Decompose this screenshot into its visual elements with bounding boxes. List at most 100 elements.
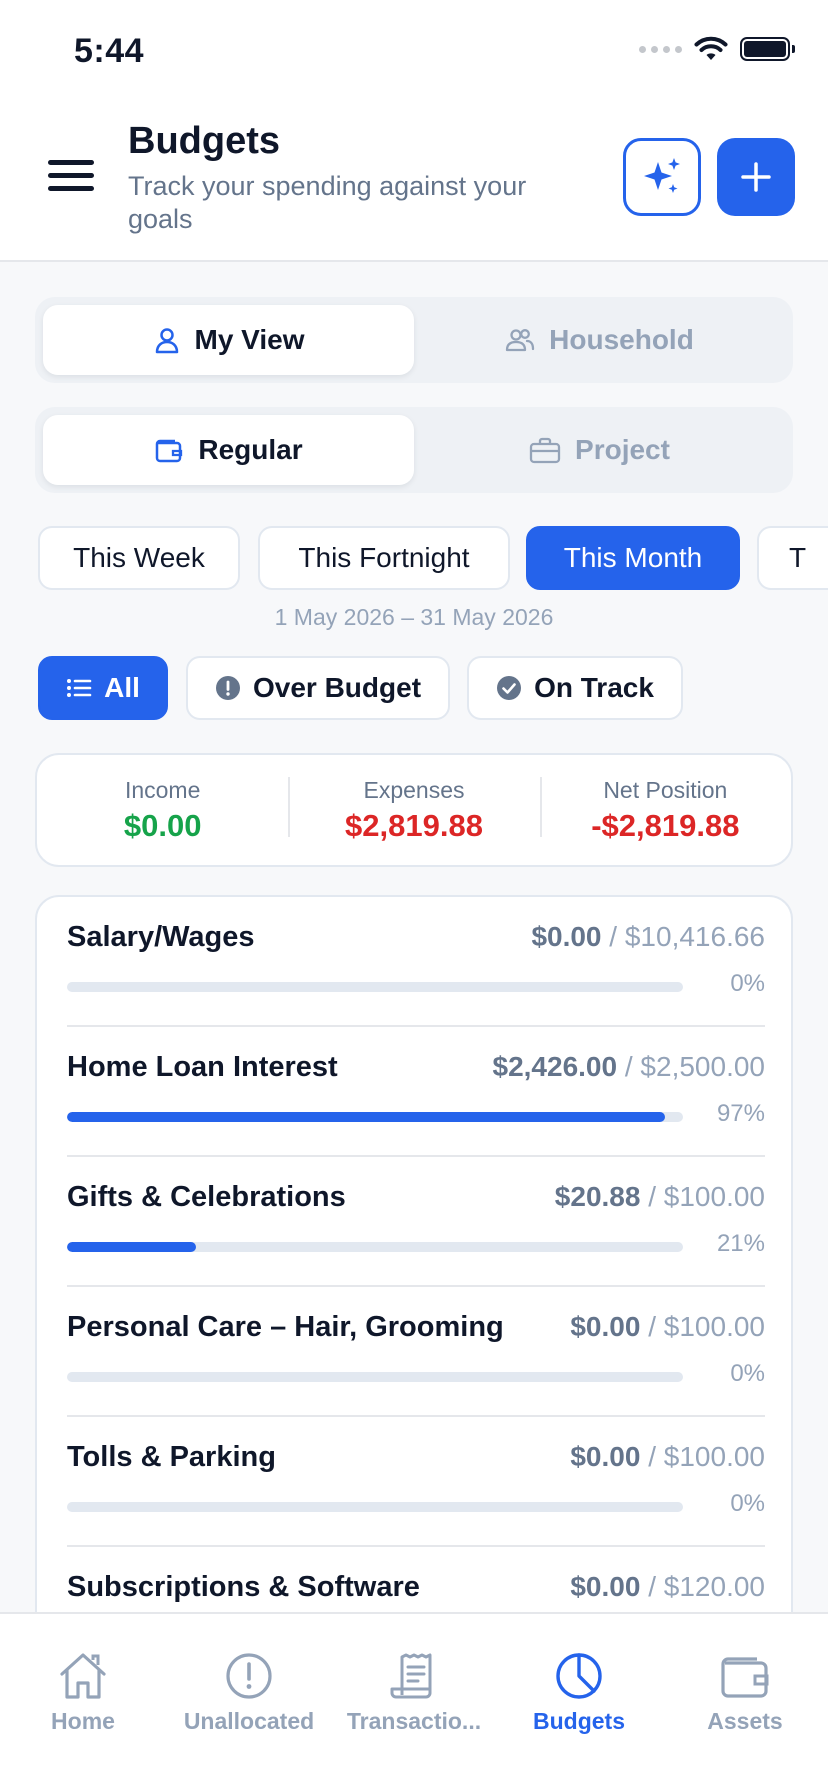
budget-row[interactable]: Home Loan Interest $2,426.00 / $2,500.00… — [67, 1027, 765, 1157]
net-position-value: -$2,819.88 — [591, 807, 740, 843]
budget-type-regular-label: Regular — [198, 434, 303, 465]
period-this-fortnight[interactable]: This Fortnight — [258, 526, 510, 590]
menu-icon[interactable] — [48, 160, 94, 194]
budget-progress-bar — [67, 1112, 683, 1122]
budget-amount: $2,426.00 / $2,500.00 — [493, 1051, 766, 1083]
budget-limit: $100.00 — [663, 1181, 765, 1212]
tab-assets[interactable]: Assets — [662, 1648, 828, 1735]
budget-type-toggle: Regular Project — [35, 407, 793, 493]
budget-row[interactable]: Gifts & Celebrations $20.88 / $100.00 21… — [67, 1157, 765, 1287]
budget-spent: $0.00 — [570, 1311, 641, 1342]
budget-amount-separator: / — [624, 1051, 633, 1082]
budget-type-regular[interactable]: Regular — [43, 415, 414, 485]
view-toggle-household[interactable]: Household — [414, 305, 785, 375]
status-icons — [639, 36, 795, 62]
date-range: 1 May 2026 – 31 May 2026 — [274, 604, 554, 630]
filter-over-budget[interactable]: Over Budget — [186, 656, 450, 720]
bottom-tab-bar: Home Unallocated Transactio... Budgets A… — [0, 1612, 828, 1792]
tab-home[interactable]: Home — [0, 1648, 166, 1735]
expenses-value: $2,819.88 — [345, 807, 483, 843]
budget-type-project[interactable]: Project — [414, 415, 785, 485]
budget-limit: $100.00 — [663, 1311, 765, 1342]
page-subtitle: Track your spending against your goals — [128, 171, 527, 234]
budget-progress-fill — [67, 1242, 197, 1252]
summary-net-position: Net Position -$2,819.88 — [539, 776, 791, 844]
tab-home-label: Home — [51, 1708, 115, 1734]
budget-row[interactable]: Salary/Wages $0.00 / $10,416.66 0% — [67, 897, 765, 1027]
tab-unallocated[interactable]: Unallocated — [166, 1648, 332, 1735]
net-position-label: Net Position — [603, 776, 728, 803]
users-icon — [506, 329, 535, 352]
budgets-screen: 5:44 Budgets Track your spending against… — [0, 0, 828, 1792]
battery-icon — [740, 37, 795, 61]
income-value: $0.00 — [123, 807, 202, 843]
view-toggle-household-label: Household — [549, 324, 694, 355]
budget-row[interactable]: Personal Care – Hair, Grooming $0.00 / $… — [67, 1287, 765, 1417]
budget-amount: $20.88 / $100.00 — [555, 1181, 765, 1213]
home-icon — [60, 1653, 106, 1699]
status-time: 5:44 — [74, 32, 145, 70]
pie-chart-icon — [556, 1653, 602, 1699]
budget-amount-separator: / — [648, 1571, 656, 1602]
user-icon — [155, 328, 178, 354]
summary-expenses: Expenses $2,819.88 — [288, 776, 539, 844]
budget-progress-fill — [67, 1112, 665, 1122]
period-selector: This Week This Fortnight This Month T — [38, 526, 828, 590]
budget-percent: 0% — [730, 970, 765, 997]
budget-name: Tolls & Parking — [67, 1441, 276, 1473]
budget-list: Salary/Wages $0.00 / $10,416.66 0% Home … — [35, 895, 793, 1715]
wifi-icon — [694, 36, 728, 60]
period-next-option[interactable]: T — [757, 526, 828, 590]
wallet-icon — [156, 439, 183, 463]
tab-budgets[interactable]: Budgets — [496, 1648, 662, 1735]
budget-spent: $0.00 — [570, 1571, 641, 1602]
expenses-label: Expenses — [363, 776, 465, 803]
alert-circle-icon — [226, 1653, 272, 1699]
cellular-signal-icon — [639, 45, 682, 53]
budget-amount-separator: / — [648, 1311, 656, 1342]
budget-name: Salary/Wages — [67, 921, 255, 953]
budget-amount: $0.00 / $120.00 — [570, 1571, 765, 1603]
budget-name: Subscriptions & Software — [67, 1571, 420, 1603]
filter-on-track-label: On Track — [534, 672, 654, 703]
budget-spent: $20.88 — [554, 1181, 641, 1212]
budget-percent: 0% — [730, 1490, 765, 1517]
budget-amount-separator: / — [648, 1441, 656, 1472]
ai-assistant-button[interactable] — [623, 138, 701, 216]
tab-unallocated-label: Unallocated — [183, 1708, 315, 1734]
tab-transactions-label: Transactio... — [346, 1708, 482, 1734]
budget-row[interactable]: Tolls & Parking $0.00 / $100.00 0% — [67, 1417, 765, 1547]
plus-icon — [741, 162, 771, 192]
filter-all[interactable]: All — [38, 656, 168, 720]
filter-on-track[interactable]: On Track — [467, 656, 683, 720]
tab-assets-label: Assets — [707, 1708, 783, 1734]
budget-progress-bar — [67, 1242, 683, 1252]
budget-type-project-label: Project — [575, 434, 670, 465]
filter-over-budget-label: Over Budget — [252, 672, 422, 703]
period-this-month[interactable]: This Month — [526, 526, 740, 590]
budget-amount: $0.00 / $100.00 — [570, 1311, 765, 1343]
budget-name: Personal Care – Hair, Grooming — [67, 1311, 504, 1343]
page-title: Budgets — [128, 120, 280, 162]
view-toggle-my-view[interactable]: My View — [43, 305, 414, 375]
view-toggle-my-view-label: My View — [194, 324, 305, 355]
alert-circle-icon — [215, 676, 240, 700]
tab-transactions[interactable]: Transactio... — [331, 1648, 497, 1735]
sparkles-icon — [644, 158, 680, 193]
budget-spent: $0.00 — [570, 1441, 641, 1472]
period-this-week[interactable]: This Week — [38, 526, 240, 590]
budget-spent: $0.00 — [531, 921, 602, 952]
wallet-icon — [721, 1657, 769, 1698]
budget-amount-separator: / — [648, 1181, 656, 1212]
budget-limit: $100.00 — [663, 1441, 765, 1472]
budget-limit: $2,500.00 — [640, 1051, 765, 1082]
add-budget-button[interactable] — [717, 138, 795, 216]
budget-amount: $0.00 / $10,416.66 — [531, 921, 765, 953]
budget-limit: $120.00 — [663, 1571, 765, 1602]
check-circle-icon — [497, 676, 522, 700]
tab-budgets-label: Budgets — [533, 1708, 625, 1734]
budget-name: Gifts & Celebrations — [67, 1181, 346, 1213]
summary-income: Income $0.00 — [37, 777, 288, 844]
budget-name: Home Loan Interest — [67, 1051, 338, 1083]
budget-progress-bar — [67, 982, 683, 992]
